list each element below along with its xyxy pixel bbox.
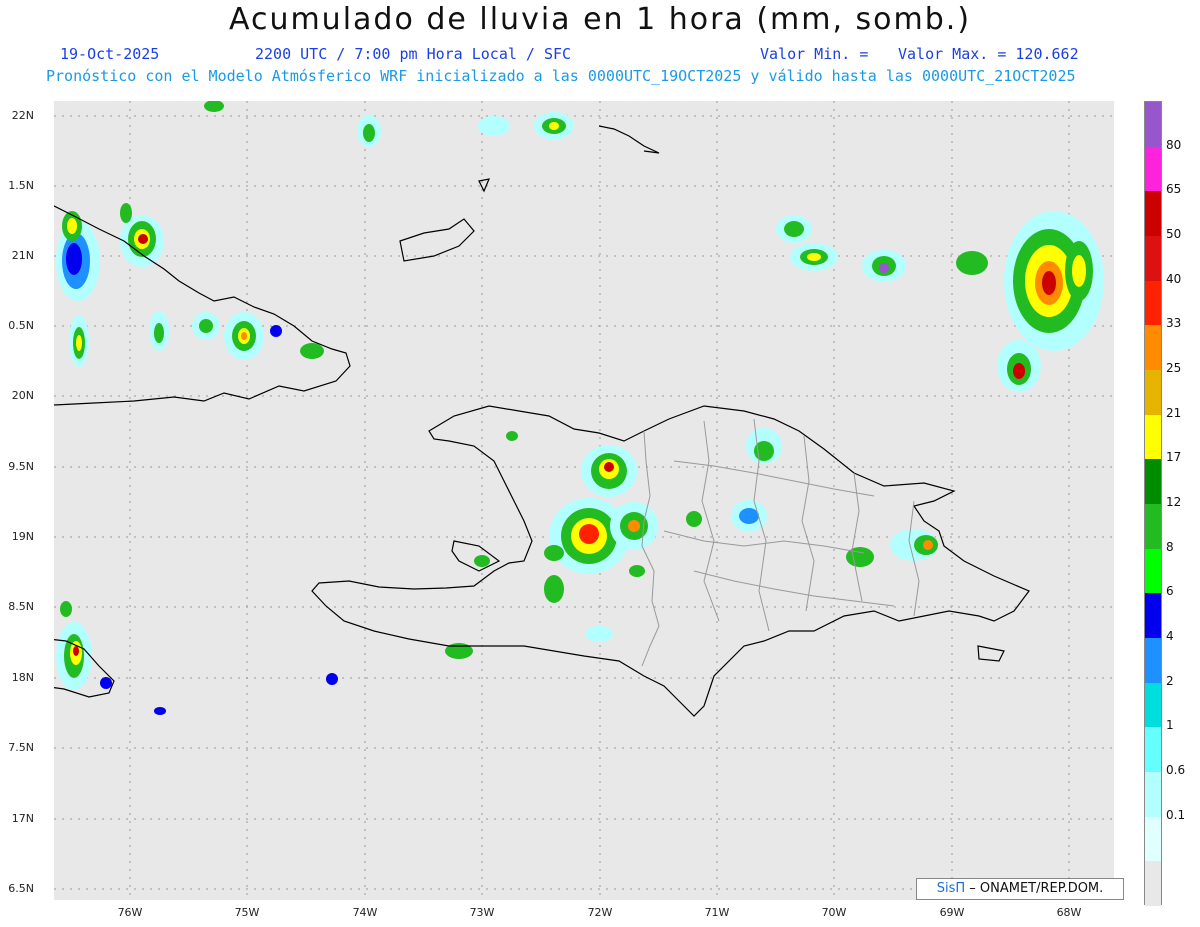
lat-label: 20N bbox=[11, 389, 34, 402]
colorbar-label: 25 bbox=[1166, 361, 1182, 375]
colorbar-label: 65 bbox=[1166, 182, 1182, 197]
colorbar-label: 21 bbox=[1166, 405, 1182, 420]
lon-label: 74W bbox=[352, 906, 378, 919]
colorbar-label: 4 bbox=[1166, 629, 1174, 643]
colorbar-label: 2 bbox=[1166, 673, 1174, 688]
colorbar-segment bbox=[1145, 191, 1161, 237]
lat-label: 1.5N bbox=[8, 179, 34, 192]
lat-label: 18N bbox=[11, 671, 34, 684]
bahamas-islet bbox=[478, 178, 490, 193]
rain-cell-dom-rep bbox=[686, 428, 938, 567]
haiti-dr-border bbox=[641, 430, 660, 667]
saona-island bbox=[977, 645, 1005, 662]
colorbar-segment bbox=[1145, 727, 1161, 773]
lon-label: 71W bbox=[704, 906, 730, 919]
colorbar-segment bbox=[1145, 593, 1161, 639]
colorbar-segment bbox=[1145, 102, 1161, 147]
coastlines bbox=[33, 125, 1030, 717]
credit-box: SisΠ – ONAMET/REP.DOM. bbox=[916, 878, 1124, 900]
valor-max-label: Valor Max. = 120.662 bbox=[898, 45, 1079, 63]
lon-label: 73W bbox=[469, 906, 495, 919]
lon-label: 72W bbox=[587, 906, 613, 919]
lat-label: 8.5N bbox=[8, 600, 34, 613]
lat-label: 9.5N bbox=[8, 460, 34, 473]
rain-cells bbox=[56, 100, 1104, 715]
colorbar-label: 0.1 bbox=[1166, 807, 1186, 822]
lat-label: 22N bbox=[11, 109, 34, 122]
valor-min-label: Valor Min. = bbox=[760, 45, 869, 63]
model-info: Pronóstico con el Modelo Atmósferico WRF… bbox=[46, 67, 1076, 85]
colorbar-segment bbox=[1145, 638, 1161, 683]
bahamas-island bbox=[399, 218, 475, 262]
map-title: Acumulado de lluvia en 1 hora (mm, somb.… bbox=[228, 2, 972, 37]
hispaniola-coastline bbox=[311, 405, 1030, 717]
lat-label: 17N bbox=[11, 812, 34, 825]
admin-borders bbox=[641, 418, 920, 667]
colorbar-label: 17 bbox=[1166, 450, 1182, 465]
map-plot-area bbox=[33, 100, 1114, 900]
colorbar bbox=[1144, 101, 1162, 907]
colorbar-label: 40 bbox=[1166, 271, 1182, 286]
date-label: 19-Oct-2025 bbox=[60, 45, 160, 63]
colorbar-segment bbox=[1145, 146, 1161, 192]
colorbar-segment bbox=[1145, 325, 1161, 371]
gonave-island bbox=[451, 540, 501, 572]
time-label: 2200 UTC / 7:00 pm Hora Local / SFC bbox=[255, 45, 572, 63]
colorbar-segment bbox=[1145, 459, 1161, 505]
colorbar-label: 33 bbox=[1166, 316, 1182, 331]
lat-label: 21N bbox=[11, 249, 34, 262]
map-svg bbox=[33, 100, 1114, 900]
rain-cell-atlantic-east bbox=[776, 211, 1104, 392]
colorbar-segment bbox=[1145, 280, 1161, 326]
rain-cell-jamaica bbox=[56, 601, 338, 715]
colorbar-segment bbox=[1145, 504, 1161, 549]
cuba-coastline bbox=[33, 200, 351, 406]
colorbar-label: 50 bbox=[1166, 227, 1182, 241]
credit-text: – ONAMET/REP.DOM. bbox=[969, 881, 1104, 896]
colorbar-segment bbox=[1145, 236, 1161, 281]
lat-label: 0.5N bbox=[8, 319, 34, 332]
colorbar-segment bbox=[1145, 548, 1161, 594]
rain-cell-cuba-south bbox=[69, 100, 324, 367]
lat-label: 7.5N bbox=[8, 741, 34, 754]
lon-label: 75W bbox=[234, 906, 260, 919]
lat-label: 19N bbox=[11, 530, 34, 543]
colorbar-label: 6 bbox=[1166, 584, 1174, 599]
lon-label: 70W bbox=[821, 906, 847, 919]
bahamas-cay bbox=[598, 125, 660, 154]
colorbar-label: 12 bbox=[1166, 495, 1182, 509]
rain-cell-cuba-west bbox=[56, 211, 100, 301]
colorbar-label: 8 bbox=[1166, 539, 1174, 554]
colorbar-segment bbox=[1145, 682, 1161, 728]
colorbar-segment bbox=[1145, 772, 1161, 817]
lon-label: 68W bbox=[1056, 906, 1082, 919]
rain-cell-cuba-north bbox=[120, 203, 164, 267]
lat-label: 6.5N bbox=[8, 882, 34, 895]
lon-label: 69W bbox=[939, 906, 965, 919]
colorbar-segment bbox=[1145, 370, 1161, 415]
colorbar-label: 1 bbox=[1166, 718, 1174, 733]
rain-cell-haiti-north bbox=[581, 445, 637, 497]
credit-brand: SisΠ bbox=[936, 881, 966, 896]
lon-label: 76W bbox=[117, 906, 143, 919]
colorbar-segment bbox=[1145, 861, 1161, 907]
colorbar-segment bbox=[1145, 816, 1161, 862]
colorbar-label: 80 bbox=[1166, 137, 1182, 152]
colorbar-label: 0.6 bbox=[1166, 763, 1186, 777]
rain-cell-bahamas bbox=[357, 112, 574, 147]
colorbar-segment bbox=[1145, 414, 1161, 460]
